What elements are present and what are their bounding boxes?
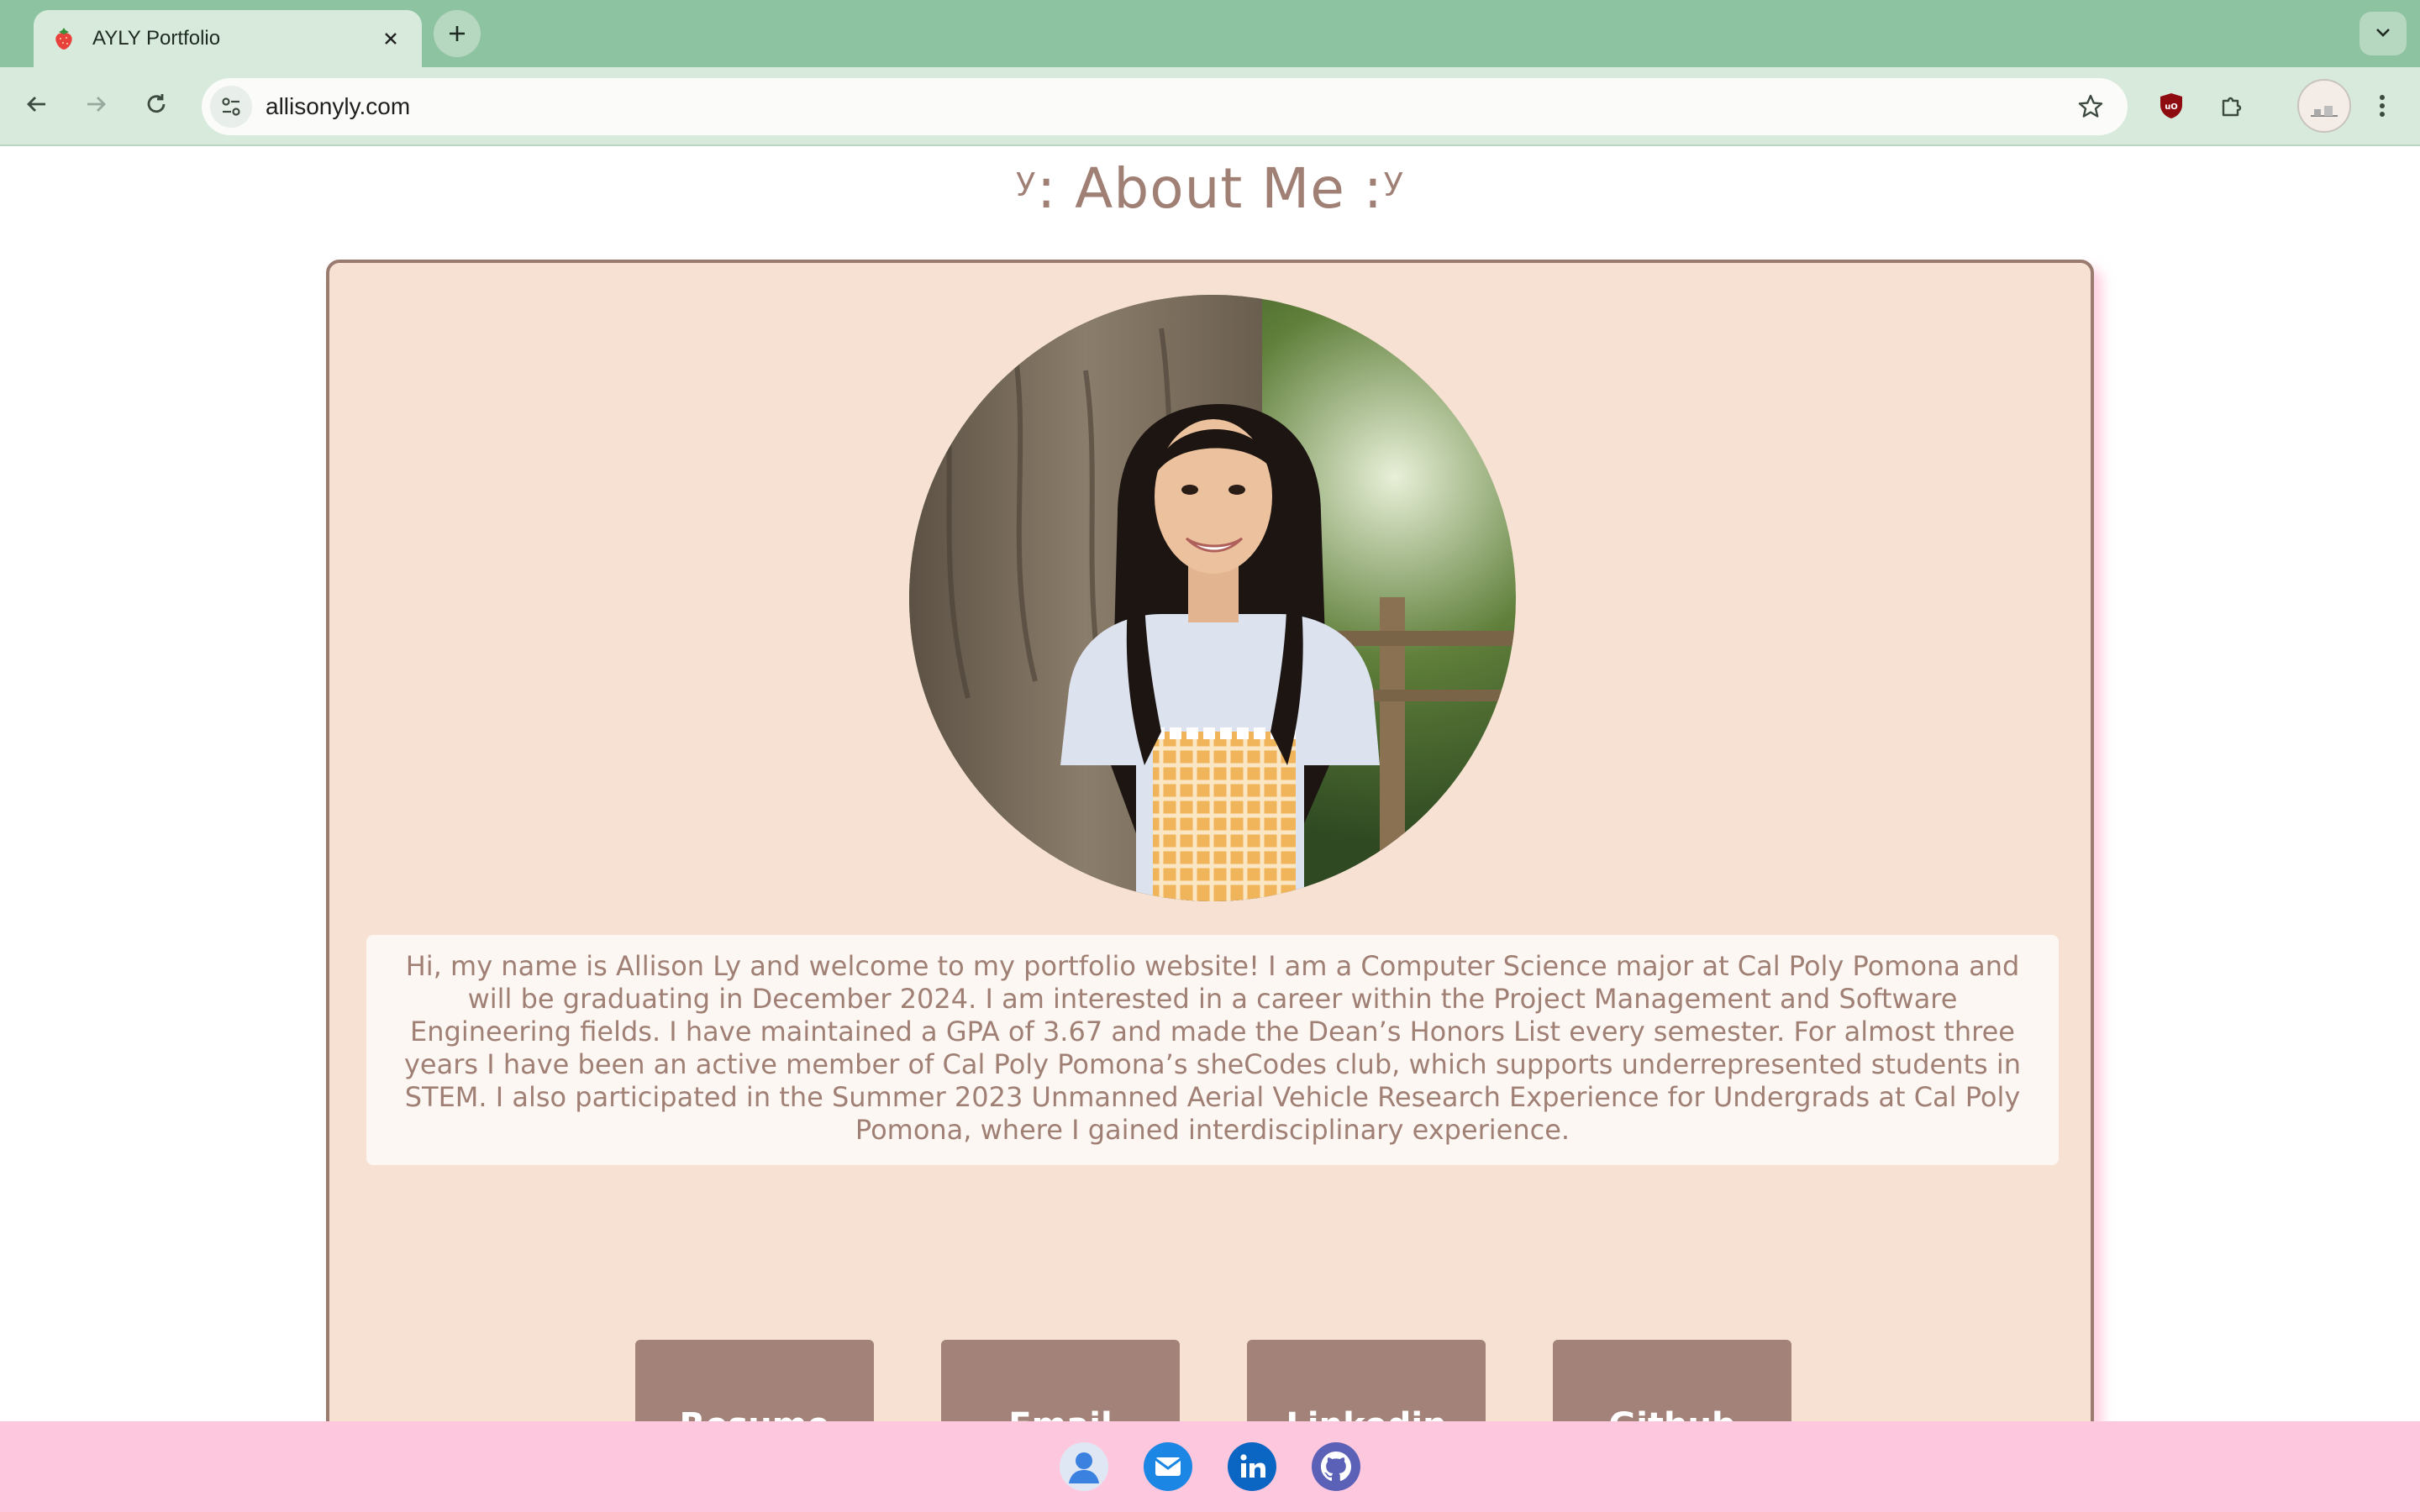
browser-tab-strip: AYLY Portfolio [0,0,2420,67]
reload-button[interactable] [134,84,178,128]
bio-text: Hi, my name is Allison Ly and welcome to… [366,935,2059,1165]
about-card: Hi, my name is Allison Ly and welcome to… [326,260,2094,1512]
chevron-down-icon [2373,22,2393,45]
address-bar[interactable]: allisonyly.com [202,78,2128,135]
extensions-puzzle-icon[interactable] [2210,84,2254,128]
tab-close-icon[interactable] [376,24,405,53]
footer-bar [0,1421,2420,1512]
mail-icon[interactable] [1143,1441,1193,1492]
reload-icon [144,92,169,120]
new-tab-button[interactable] [434,10,481,57]
person-icon[interactable] [1059,1441,1109,1492]
bookmark-star-icon[interactable] [2069,85,2112,129]
strawberry-icon [50,25,77,52]
profile-avatar[interactable] [2297,79,2351,133]
back-button[interactable] [15,84,59,128]
url-text: allisonyly.com [266,93,411,119]
browser-tab[interactable]: AYLY Portfolio [34,10,422,67]
forward-button[interactable] [74,84,118,128]
site-info-icon[interactable] [210,86,252,128]
tab-search-button[interactable] [2360,12,2407,55]
page-title: ʸ: About Me :ʸ [1015,156,1405,221]
github-icon[interactable] [1311,1441,1361,1492]
arrow-left-icon [24,92,50,120]
arrow-right-icon [83,92,108,120]
browser-menu-icon[interactable] [2361,84,2403,128]
ublock-extension-icon[interactable]: uO [2149,84,2193,128]
page-viewport: ʸ: About Me :ʸ Hi, my name is Allison Ly… [0,146,2420,1512]
tab-title: AYLY Portfolio [92,27,221,50]
linkedin-icon[interactable] [1227,1441,1277,1492]
profile-photo [909,295,1516,901]
browser-toolbar: allisonyly.com uO [0,67,2420,146]
svg-text:uO: uO [2165,102,2178,112]
